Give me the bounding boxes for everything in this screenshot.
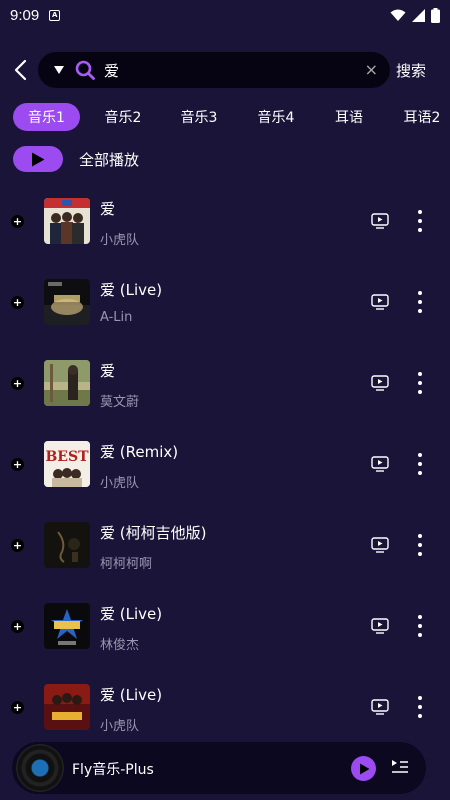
more-options-icon[interactable] [414, 453, 426, 475]
song-artist: A-Lin [100, 310, 133, 325]
vinyl-disc-icon[interactable] [16, 744, 64, 792]
status-time: 9:09 [10, 6, 40, 24]
album-cover [44, 279, 90, 325]
more-options-icon[interactable] [414, 372, 426, 394]
add-icon[interactable]: + [11, 701, 24, 714]
play-all-button[interactable] [13, 146, 63, 172]
mv-icon[interactable] [371, 618, 389, 634]
album-cover: BEST [44, 441, 90, 487]
mv-icon[interactable] [371, 294, 389, 310]
add-icon[interactable]: + [11, 539, 24, 552]
notification-icon: A [49, 9, 61, 21]
tab-whisper[interactable]: 耳语 [324, 103, 374, 131]
list-item[interactable]: + 爱 (Live) A-Lin [0, 263, 450, 344]
tab-music3[interactable]: 音乐3 [170, 103, 228, 131]
add-icon[interactable]: + [11, 296, 24, 309]
tab-music2[interactable]: 音乐2 [94, 103, 152, 131]
more-options-icon[interactable] [414, 534, 426, 556]
clear-icon[interactable]: × [365, 62, 378, 78]
player-title: Fly音乐-Plus [72, 762, 154, 778]
list-item[interactable]: + 爱 (Live) 林俊杰 [0, 587, 450, 668]
play-all-label: 全部播放 [79, 150, 140, 169]
song-artist: 柯柯柯啊 [100, 557, 153, 572]
album-cover [44, 522, 90, 568]
search-icon [74, 59, 96, 81]
wifi-icon [390, 9, 406, 21]
play-all-row[interactable]: 全部播放 [13, 145, 139, 173]
play-icon [32, 152, 45, 166]
status-bar: 9:09 A [0, 0, 450, 30]
song-artist: 小虎队 [100, 233, 140, 248]
source-dropdown-icon[interactable] [54, 65, 64, 75]
mv-icon[interactable] [371, 456, 389, 472]
song-title: 爱 (柯柯吉他版) [100, 524, 207, 542]
album-cover [44, 603, 90, 649]
list-item[interactable]: + 爱 小虎队 [0, 182, 450, 263]
cover-text: BEST [45, 449, 89, 465]
mv-icon[interactable] [371, 699, 389, 715]
song-title: 爱 (Live) [100, 281, 163, 299]
song-artist: 小虎队 [100, 476, 140, 491]
song-artist: 林俊杰 [100, 638, 140, 653]
list-item[interactable]: + 爱 莫文蔚 [0, 344, 450, 425]
battery-icon [431, 7, 440, 23]
source-tabs: 音乐1 音乐2 音乐3 音乐4 耳语 耳语2 [0, 103, 450, 131]
playlist-icon[interactable] [391, 758, 409, 776]
back-button[interactable] [8, 55, 32, 85]
album-cover [44, 360, 90, 406]
more-options-icon[interactable] [414, 696, 426, 718]
list-item[interactable]: + 爱 (Live) 小虎队 [0, 668, 450, 749]
tab-music1[interactable]: 音乐1 [13, 103, 80, 131]
more-options-icon[interactable] [414, 615, 426, 637]
mini-player[interactable]: Fly音乐-Plus [12, 742, 426, 794]
list-item[interactable]: + BEST 爱 (Remix) 小虎队 [0, 425, 450, 506]
mv-icon[interactable] [371, 213, 389, 229]
status-icons [390, 7, 440, 23]
song-title: 爱 [100, 362, 116, 380]
mv-icon[interactable] [371, 537, 389, 553]
search-input[interactable]: 爱 [104, 60, 365, 81]
add-icon[interactable]: + [11, 458, 24, 471]
add-icon[interactable]: + [11, 620, 24, 633]
add-icon[interactable]: + [11, 377, 24, 390]
search-button[interactable]: 搜索 [396, 60, 426, 81]
back-arrow-icon [14, 59, 27, 81]
play-icon [359, 763, 369, 774]
song-title: 爱 (Remix) [100, 443, 179, 461]
song-title: 爱 (Live) [100, 686, 163, 704]
more-options-icon[interactable] [414, 210, 426, 232]
search-row: 爱 × 搜索 [0, 51, 450, 89]
song-title: 爱 (Live) [100, 605, 163, 623]
signal-icon [412, 8, 425, 22]
song-artist: 小虎队 [100, 719, 140, 734]
add-icon[interactable]: + [11, 215, 24, 228]
more-options-icon[interactable] [414, 291, 426, 313]
tab-whisper2[interactable]: 耳语2 [394, 103, 450, 131]
song-title: 爱 [100, 200, 116, 218]
song-artist: 莫文蔚 [100, 395, 140, 410]
search-box[interactable]: 爱 × [38, 52, 390, 88]
album-cover [44, 684, 90, 730]
tab-music4[interactable]: 音乐4 [247, 103, 305, 131]
mv-icon[interactable] [371, 375, 389, 391]
album-cover [44, 198, 90, 244]
list-item[interactable]: + 爱 (柯柯吉他版) 柯柯柯啊 [0, 506, 450, 587]
player-play-button[interactable] [351, 756, 376, 781]
